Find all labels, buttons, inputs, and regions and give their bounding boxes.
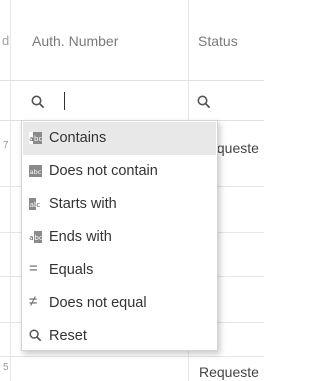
partial-column-header[interactable]: d xyxy=(2,33,9,48)
svg-text:abc: abc xyxy=(30,168,42,176)
menu-item-label: Reset xyxy=(49,328,87,344)
table-cell: 7 xyxy=(3,140,9,151)
not-equal-icon: ≠ xyxy=(29,293,38,310)
search-icon[interactable] xyxy=(197,95,211,109)
menu-item-contains[interactable]: a bc Contains xyxy=(23,122,216,155)
grid-header-row: d Auth. Number Status xyxy=(0,0,264,81)
filter-operator-menu: a bc Contains abc Does not contain ab c St… xyxy=(21,120,218,351)
menu-item-label: Does not contain xyxy=(49,163,158,179)
menu-item-equals[interactable]: = Equals xyxy=(23,254,216,287)
does-not-contain-icon: abc xyxy=(29,165,42,177)
table-cell: 5 xyxy=(3,362,9,373)
svg-text:c: c xyxy=(36,201,40,209)
menu-item-does-not-equal[interactable]: ≠ Does not equal xyxy=(23,287,216,320)
menu-item-does-not-contain[interactable]: abc Does not contain xyxy=(23,155,216,188)
menu-item-ends-with[interactable]: a bc Ends with xyxy=(23,221,216,254)
svg-text:bc: bc xyxy=(34,135,42,143)
menu-item-starts-with[interactable]: ab c Starts with xyxy=(23,188,216,221)
search-icon[interactable] xyxy=(31,95,45,109)
search-icon xyxy=(29,329,42,342)
svg-text:a: a xyxy=(29,234,33,242)
column-header-auth-number[interactable]: Auth. Number xyxy=(32,33,118,49)
row-divider xyxy=(0,356,264,357)
status-cell: Requeste xyxy=(199,364,259,380)
menu-item-label: Does not equal xyxy=(49,295,147,311)
auth-number-filter-input[interactable] xyxy=(64,92,65,110)
menu-item-label: Starts with xyxy=(49,196,117,212)
menu-item-reset[interactable]: Reset xyxy=(23,320,216,353)
menu-item-label: Equals xyxy=(49,262,94,278)
ends-with-icon: a bc xyxy=(29,231,42,243)
column-header-status[interactable]: Status xyxy=(198,33,238,49)
contains-icon: a bc xyxy=(29,132,42,144)
svg-text:bc: bc xyxy=(34,234,42,242)
menu-item-label: Contains xyxy=(49,130,107,146)
menu-item-label: Ends with xyxy=(49,229,112,245)
svg-text:a: a xyxy=(29,135,33,143)
starts-with-icon: ab c xyxy=(29,198,42,210)
equals-icon: = xyxy=(29,260,38,277)
